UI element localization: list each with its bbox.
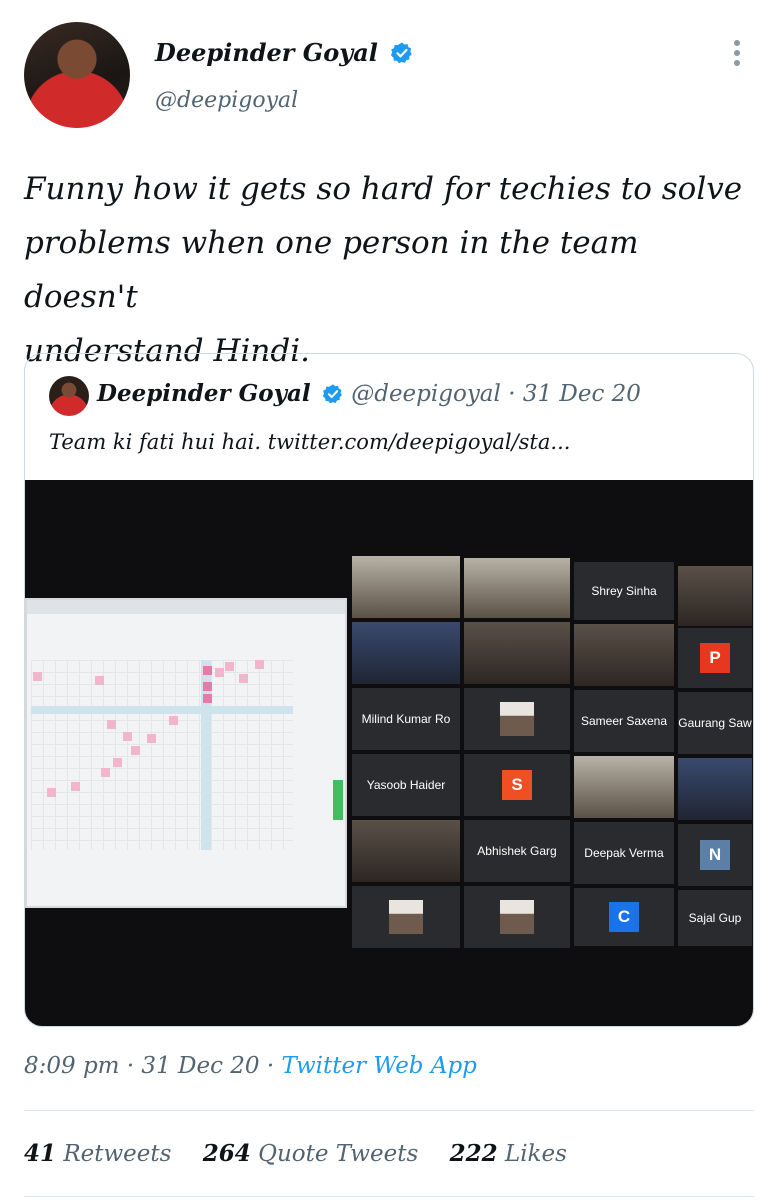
participant-video-tile	[352, 622, 460, 684]
tweet-text-line: problems when one person in the team doe…	[24, 225, 639, 315]
participant-name-tile: Gaurang Saw	[678, 692, 752, 754]
participant-name-tile: Abhishek Garg	[464, 820, 570, 882]
participant-video-tile	[678, 758, 752, 820]
quoted-tweet-photo[interactable]: Shrey Sinha P Milind Kumar Ro Sameer Sax…	[25, 480, 753, 1026]
quoted-author-name: Deepinder Goyal	[97, 380, 311, 407]
retweets-label[interactable]: Retweets	[63, 1141, 171, 1167]
participant-name-tile: Sameer Saxena	[574, 690, 674, 752]
participant-photo-tile	[352, 886, 460, 948]
tweet-timestamp: 8:09 pm · 31 Dec 20 · Twitter Web App	[24, 1053, 477, 1079]
participant-video-tile	[464, 558, 570, 618]
tweet-time[interactable]: 8:09 pm	[24, 1053, 120, 1079]
author-name[interactable]: Deepinder Goyal	[155, 38, 414, 67]
tweet-text-line: Funny how it gets so hard for techies to…	[24, 171, 743, 207]
author-handle[interactable]: @deepigoyal	[155, 88, 298, 113]
participant-photo-tile	[464, 688, 570, 750]
tweet-date[interactable]: · 31 Dec 20 ·	[127, 1053, 274, 1079]
participant-video-tile	[678, 566, 752, 626]
verified-badge-icon	[391, 42, 412, 64]
quoted-author-avatar	[49, 376, 89, 416]
quoted-tweet-card[interactable]: Deepinder Goyal @deepigoyal · 31 Dec 20 …	[24, 353, 754, 1027]
quote-tweets-label[interactable]: Quote Tweets	[258, 1141, 418, 1167]
laptop-screen-image	[25, 598, 347, 908]
engagement-stats: 41 Retweets 264 Quote Tweets 222 Likes	[24, 1140, 591, 1167]
tweet-text: Funny how it gets so hard for techies to…	[24, 162, 744, 378]
participant-photo-tile	[464, 886, 570, 948]
participant-name-tile: Sajal Gup	[678, 890, 752, 946]
quoted-author-handle: @deepigoyal	[351, 381, 501, 407]
likes-count[interactable]: 222	[450, 1140, 498, 1167]
video-call-grid: Shrey Sinha P Milind Kumar Ro Sameer Sax…	[352, 556, 752, 948]
divider	[24, 1110, 754, 1111]
tweet-source-app[interactable]: Twitter Web App	[281, 1053, 476, 1079]
participant-video-tile	[352, 820, 460, 882]
quoted-date: · 31 Dec 20	[508, 381, 641, 407]
quoted-tweet-header: Deepinder Goyal @deepigoyal · 31 Dec 20	[97, 380, 641, 407]
likes-label[interactable]: Likes	[505, 1141, 567, 1167]
quote-tweets-count[interactable]: 264	[203, 1140, 251, 1167]
participant-name-tile: Deepak Verma	[574, 822, 674, 884]
quoted-tweet-text: Team ki fati hui hai. twitter.com/deepig…	[49, 430, 571, 454]
participant-letter-tile: P	[678, 628, 752, 688]
more-options-icon[interactable]	[732, 40, 742, 70]
author-avatar[interactable]	[24, 22, 130, 128]
participant-name-tile: Milind Kumar Ro	[352, 688, 460, 750]
participant-name-tile: Shrey Sinha	[574, 562, 674, 620]
participant-letter-tile: S	[464, 754, 570, 816]
divider	[24, 1196, 754, 1197]
participant-video-tile	[574, 756, 674, 818]
author-name-text: Deepinder Goyal	[155, 38, 378, 67]
participant-name-tile: Yasoob Haider	[352, 754, 460, 816]
participant-video-tile	[352, 556, 460, 618]
participant-video-tile	[574, 624, 674, 686]
participant-letter-tile: C	[574, 888, 674, 946]
verified-badge-icon	[322, 384, 342, 404]
retweets-count[interactable]: 41	[24, 1140, 56, 1167]
participant-letter-tile: N	[678, 824, 752, 886]
participant-video-tile	[464, 622, 570, 684]
